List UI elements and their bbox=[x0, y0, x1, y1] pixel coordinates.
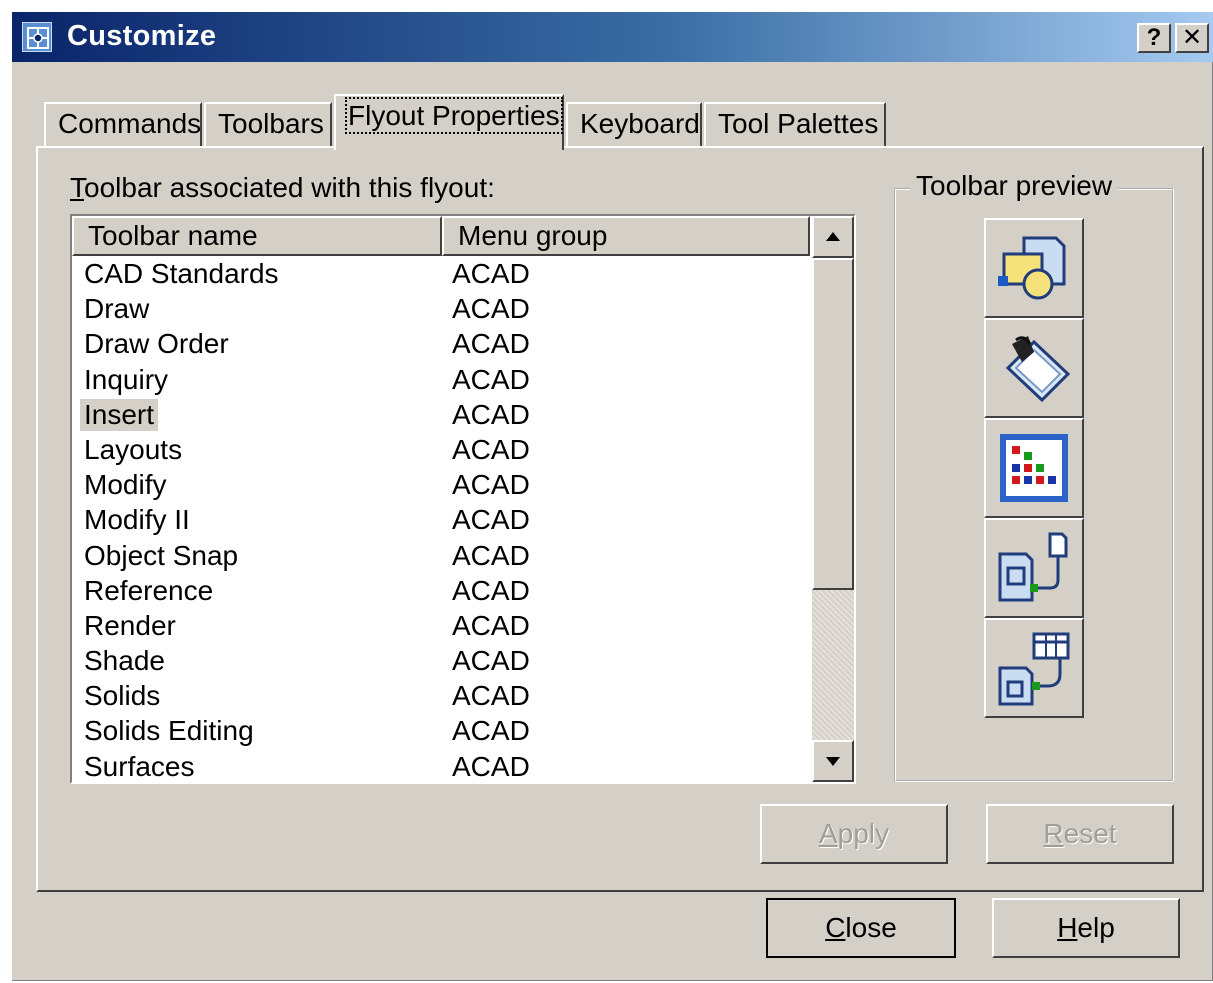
flyout-properties-panel: Toolbar associated with this flyout: Too… bbox=[36, 146, 1204, 892]
customize-dialog: Customize ? ✕ Commands Toolbars Flyout P… bbox=[12, 12, 1213, 981]
close-title-button[interactable]: ✕ bbox=[1175, 23, 1209, 53]
help-title-button[interactable]: ? bbox=[1137, 23, 1171, 53]
table-row[interactable]: CAD Standards ACAD bbox=[72, 256, 810, 291]
toolbar-list-caption: Toolbar associated with this flyout: bbox=[70, 172, 495, 203]
tab-keyboard[interactable]: Keyboard bbox=[566, 102, 702, 146]
attach-image-icon[interactable] bbox=[984, 518, 1084, 618]
table-row[interactable]: Layouts ACAD bbox=[72, 432, 810, 467]
window-title: Customize bbox=[67, 20, 217, 52]
table-row[interactable]: Object Snap ACAD bbox=[72, 538, 810, 573]
arrow-up-icon bbox=[826, 232, 840, 241]
list-header: Toolbar name Menu group bbox=[72, 216, 810, 256]
arrow-down-icon bbox=[826, 757, 840, 766]
raster-image-icon[interactable] bbox=[984, 418, 1084, 518]
toolbar-rows: CAD Standards ACAD Draw ACAD Draw Order ACA… bbox=[72, 256, 810, 782]
tab-commands[interactable]: Commands bbox=[44, 102, 202, 146]
scrollbar-thumb[interactable] bbox=[812, 258, 854, 590]
toolbar-preview-group: Toolbar preview bbox=[894, 170, 1174, 782]
table-row[interactable]: Modify ACAD bbox=[72, 467, 810, 502]
vertical-scrollbar[interactable] bbox=[812, 216, 854, 782]
toolbar-preview-label: Toolbar preview bbox=[910, 170, 1119, 202]
help-button[interactable]: Help bbox=[992, 898, 1180, 958]
table-row[interactable]: Solids ACAD bbox=[72, 678, 810, 713]
insert-block-icon[interactable] bbox=[984, 218, 1084, 318]
tab-toolbars[interactable]: Toolbars bbox=[204, 102, 332, 146]
tab-tool-palettes[interactable]: Tool Palettes bbox=[704, 102, 886, 146]
table-row[interactable]: Draw ACAD bbox=[72, 291, 810, 326]
table-row[interactable]: Modify II ACAD bbox=[72, 502, 810, 537]
reset-button[interactable]: Reset bbox=[986, 804, 1174, 864]
close-button[interactable]: Close bbox=[766, 898, 956, 958]
title-bar[interactable]: Customize ? ✕ bbox=[12, 12, 1213, 62]
table-row[interactable]: Reference ACAD bbox=[72, 573, 810, 608]
external-reference-icon[interactable] bbox=[984, 318, 1084, 418]
table-row[interactable]: Draw Order ACAD bbox=[72, 326, 810, 361]
table-row[interactable]: Inquiry ACAD bbox=[72, 362, 810, 397]
table-row-selected[interactable]: Insert ACAD bbox=[72, 397, 810, 432]
customize-app-icon bbox=[22, 22, 52, 52]
ole-object-icon[interactable] bbox=[984, 618, 1084, 718]
column-header-toolbar-name[interactable]: Toolbar name bbox=[72, 216, 442, 256]
scroll-up-button[interactable] bbox=[812, 216, 854, 258]
toolbar-listview[interactable]: Toolbar name Menu group CAD Standards ACA… bbox=[70, 214, 856, 784]
table-row[interactable]: Solids Editing ACAD bbox=[72, 713, 810, 748]
table-row[interactable]: Surfaces ACAD bbox=[72, 749, 810, 782]
tab-flyout-properties[interactable]: Flyout Properties bbox=[334, 94, 564, 150]
column-header-menu-group[interactable]: Menu group bbox=[442, 216, 810, 256]
apply-button[interactable]: Apply bbox=[760, 804, 948, 864]
table-row[interactable]: Render ACAD bbox=[72, 608, 810, 643]
scroll-down-button[interactable] bbox=[812, 740, 854, 782]
table-row[interactable]: Shade ACAD bbox=[72, 643, 810, 678]
